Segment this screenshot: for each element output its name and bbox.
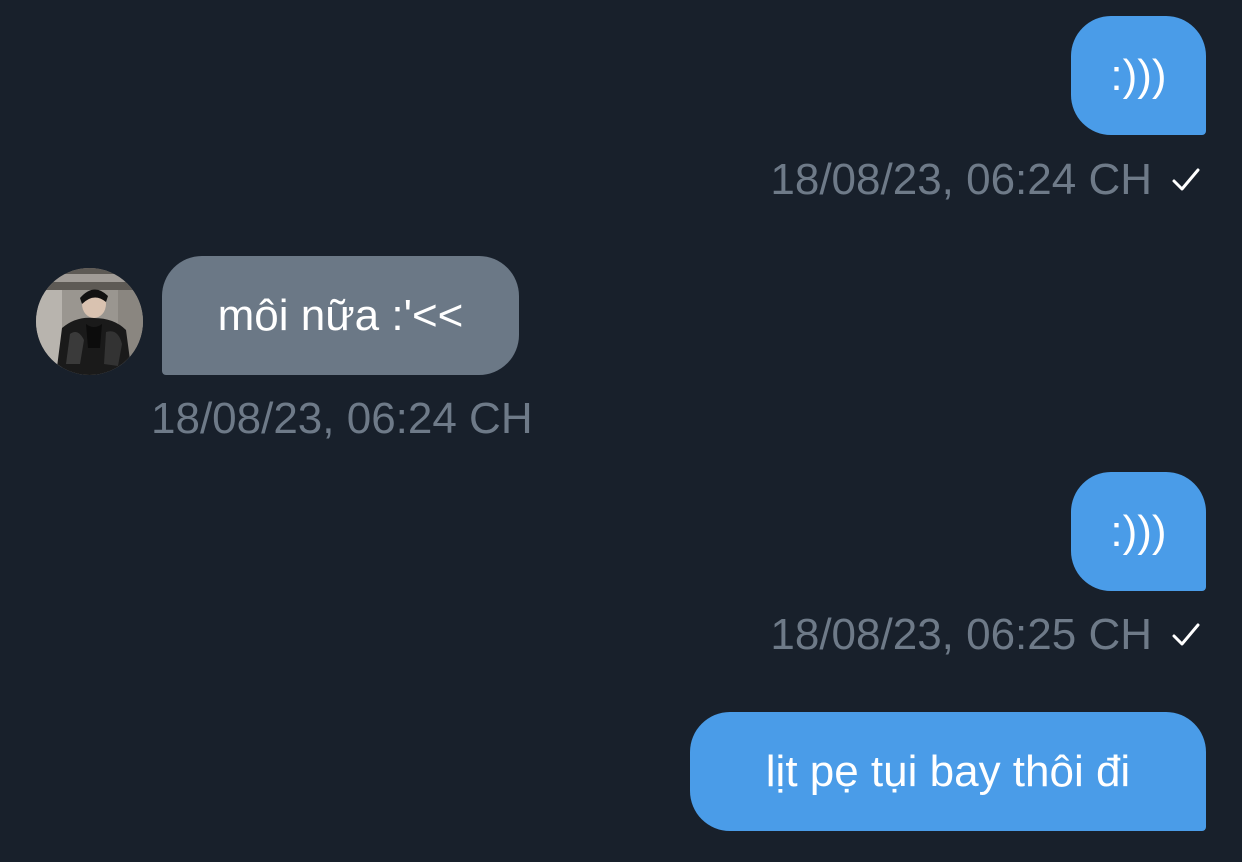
message-timestamp: 18/08/23, 06:25 CH: [770, 610, 1152, 659]
incoming-message-bubble[interactable]: môi nữa :'<<: [162, 256, 519, 375]
message-text: lịt pẹ tụi bay thôi đi: [765, 746, 1131, 796]
checkmark-icon: [1172, 168, 1200, 191]
message-timestamp: 18/08/23, 06:24 CH: [770, 155, 1152, 204]
message-text: :))): [1110, 50, 1167, 100]
avatar-photo: [36, 268, 143, 375]
message-meta: 18/08/23, 06:24 CH: [770, 158, 1202, 202]
message-text: môi nữa :'<<: [217, 290, 464, 340]
outgoing-message-bubble[interactable]: :))): [1071, 472, 1206, 591]
message-text: :))): [1110, 506, 1167, 556]
outgoing-message-bubble[interactable]: :))): [1071, 16, 1206, 135]
avatar[interactable]: [36, 268, 143, 375]
message-timestamp: 18/08/23, 06:24 CH: [151, 394, 533, 443]
message-meta: 18/08/23, 06:25 CH: [770, 613, 1202, 657]
checkmark-icon: [1172, 623, 1200, 646]
chat-thread: :))) 18/08/23, 06:24 CH môi nữa :'<< 18/…: [0, 0, 1242, 862]
outgoing-message-bubble[interactable]: lịt pẹ tụi bay thôi đi: [690, 712, 1206, 831]
